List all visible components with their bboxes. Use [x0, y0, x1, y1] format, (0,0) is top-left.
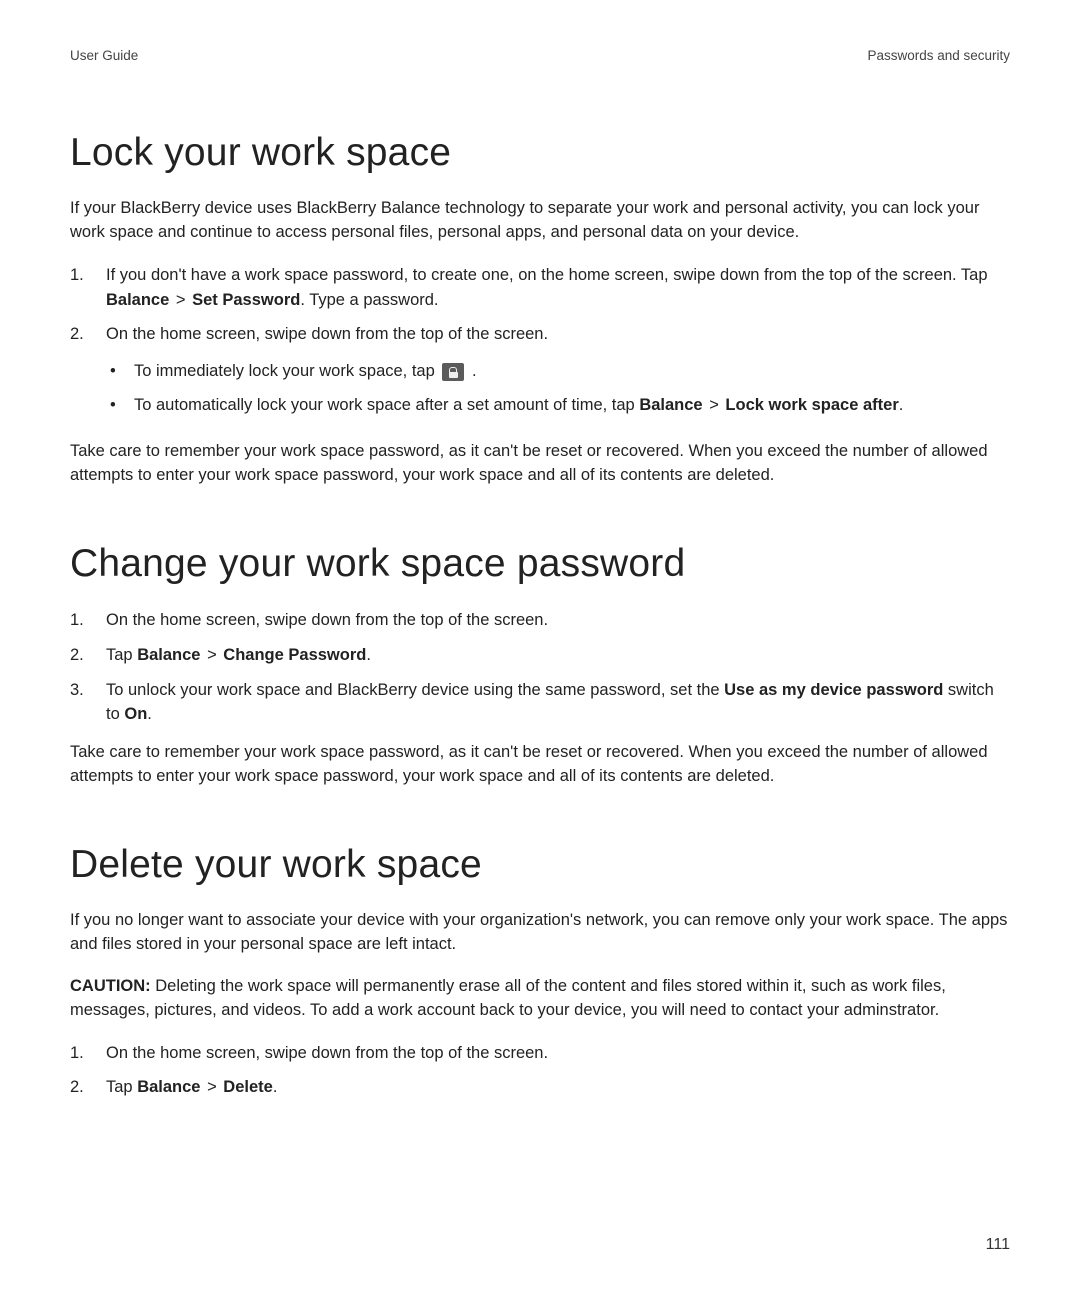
step-number: 1. [70, 263, 106, 313]
step-number: 1. [70, 608, 106, 633]
delete-steps: 1. On the home screen, swipe down from t… [70, 1041, 1010, 1101]
lock-sub-2: • To automatically lock your work space … [106, 393, 1010, 419]
delete-intro: If you no longer want to associate your … [70, 909, 1010, 957]
section-title-change: Change your work space password [70, 542, 1010, 586]
step-content: Tap Balance > Delete. [106, 1075, 1010, 1100]
section-title-delete: Delete your work space [70, 843, 1010, 887]
step-content: If you don't have a work space password,… [106, 263, 1010, 313]
step-content: On the home screen, swipe down from the … [106, 608, 1010, 633]
step-number: 3. [70, 678, 106, 728]
step-content: Tap Balance > Change Password. [106, 643, 1010, 668]
caution-label: CAUTION: [70, 977, 151, 995]
header-left: User Guide [70, 48, 138, 63]
lock-steps: 1. If you don't have a work space passwo… [70, 263, 1010, 426]
lock-step-2: 2. On the home screen, swipe down from t… [70, 322, 1010, 426]
change-steps: 1. On the home screen, swipe down from t… [70, 608, 1010, 727]
change-step-1: 1. On the home screen, swipe down from t… [70, 608, 1010, 633]
step-number: 1. [70, 1041, 106, 1066]
page-number: 111 [986, 1236, 1010, 1254]
step-number: 2. [70, 1075, 106, 1100]
step-content: On the home screen, swipe down from the … [106, 1041, 1010, 1066]
change-note: Take care to remember your work space pa… [70, 741, 1010, 789]
delete-caution: CAUTION: Deleting the work space will pe… [70, 975, 1010, 1023]
bullet-icon: • [106, 359, 134, 385]
lock-substeps: • To immediately lock your work space, t… [106, 359, 1010, 418]
delete-step-1: 1. On the home screen, swipe down from t… [70, 1041, 1010, 1066]
lock-sub-1: • To immediately lock your work space, t… [106, 359, 1010, 385]
lock-note: Take care to remember your work space pa… [70, 440, 1010, 488]
lock-step-1: 1. If you don't have a work space passwo… [70, 263, 1010, 313]
step-number: 2. [70, 322, 106, 426]
step-content: On the home screen, swipe down from the … [106, 322, 1010, 426]
change-step-3: 3. To unlock your work space and BlackBe… [70, 678, 1010, 728]
header-right: Passwords and security [867, 48, 1010, 63]
lock-intro: If your BlackBerry device uses BlackBerr… [70, 197, 1010, 245]
step-number: 2. [70, 643, 106, 668]
lock-icon [442, 363, 464, 381]
section-title-lock: Lock your work space [70, 131, 1010, 175]
page-header: User Guide Passwords and security [70, 48, 1010, 63]
change-step-2: 2. Tap Balance > Change Password. [70, 643, 1010, 668]
bullet-icon: • [106, 393, 134, 419]
step-content: To unlock your work space and BlackBerry… [106, 678, 1010, 728]
delete-step-2: 2. Tap Balance > Delete. [70, 1075, 1010, 1100]
